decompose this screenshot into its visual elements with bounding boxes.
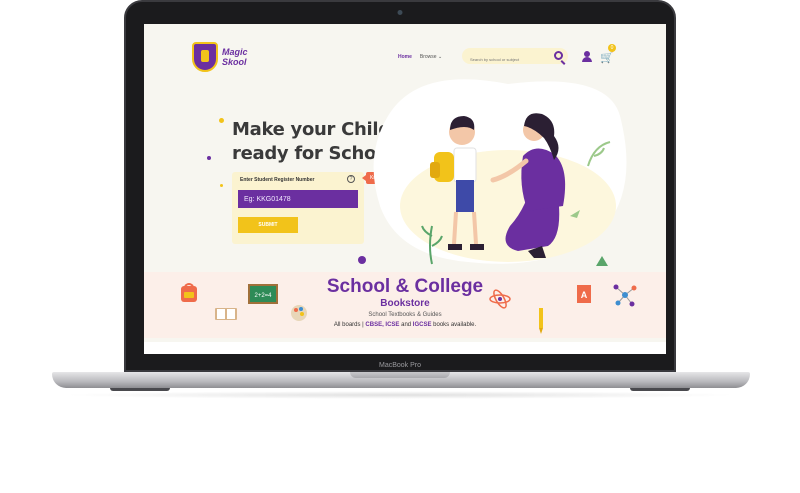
register-number-input[interactable] <box>238 190 358 208</box>
cart-icon[interactable]: 🛒 <box>600 51 614 64</box>
search-bar <box>462 48 568 68</box>
chevron-down-icon: ⌄ <box>437 54 443 60</box>
logo-text: Magic Skool <box>222 47 248 67</box>
search-icon[interactable] <box>554 51 563 60</box>
laptop-notch <box>350 372 450 378</box>
laptop-foot <box>630 388 690 391</box>
boards-and: and <box>401 322 412 328</box>
board-cbse: CBSE, <box>365 322 384 328</box>
user-icon[interactable] <box>582 51 592 63</box>
decor-dot <box>207 156 211 160</box>
laptop-mockup: Magic Skool Home Browse ⌄ 🛒 0 Make your … <box>0 0 800 493</box>
footer-strip <box>144 342 666 354</box>
nav-browse-link[interactable]: Browse ⌄ <box>420 54 442 60</box>
register-number-label: Enter Student Register Number <box>240 177 315 183</box>
board-igcse: IGCSE <box>412 322 432 328</box>
laptop-shadow <box>60 391 740 399</box>
nav-browse-label: Browse <box>419 54 437 60</box>
banner-title: School & College <box>326 276 484 297</box>
boards-suffix: books available. <box>433 322 477 328</box>
laptop-foot <box>110 388 170 391</box>
boards-prefix: All boards | <box>333 322 364 328</box>
help-icon[interactable]: ? <box>347 175 355 183</box>
cart-count-badge: 0 <box>608 44 616 52</box>
decor-dot <box>219 118 224 123</box>
banner-boards: All boards | CBSE, ICSE and IGCSE books … <box>144 322 666 328</box>
register-form: Enter Student Register Number ? SUBMIT <box>232 172 364 244</box>
banner-tagline: School Textbooks & Guides <box>368 312 442 318</box>
logo-shield-icon <box>192 42 218 72</box>
board-icse: ICSE <box>385 322 400 328</box>
decor-dot <box>220 184 223 187</box>
nav-home-link[interactable]: Home <box>398 54 412 60</box>
logo[interactable]: Magic Skool <box>192 42 258 72</box>
search-input[interactable] <box>462 51 552 68</box>
camera-icon <box>397 10 403 15</box>
mother-child-illustration <box>373 79 627 266</box>
banner-subtitle: Bookstore <box>380 298 430 309</box>
laptop-model-label: MacBook Pro <box>378 362 422 369</box>
submit-button[interactable]: SUBMIT <box>238 217 298 233</box>
main-nav: Home Browse ⌄ <box>398 54 442 60</box>
screen: Magic Skool Home Browse ⌄ 🛒 0 Make your … <box>144 24 666 354</box>
